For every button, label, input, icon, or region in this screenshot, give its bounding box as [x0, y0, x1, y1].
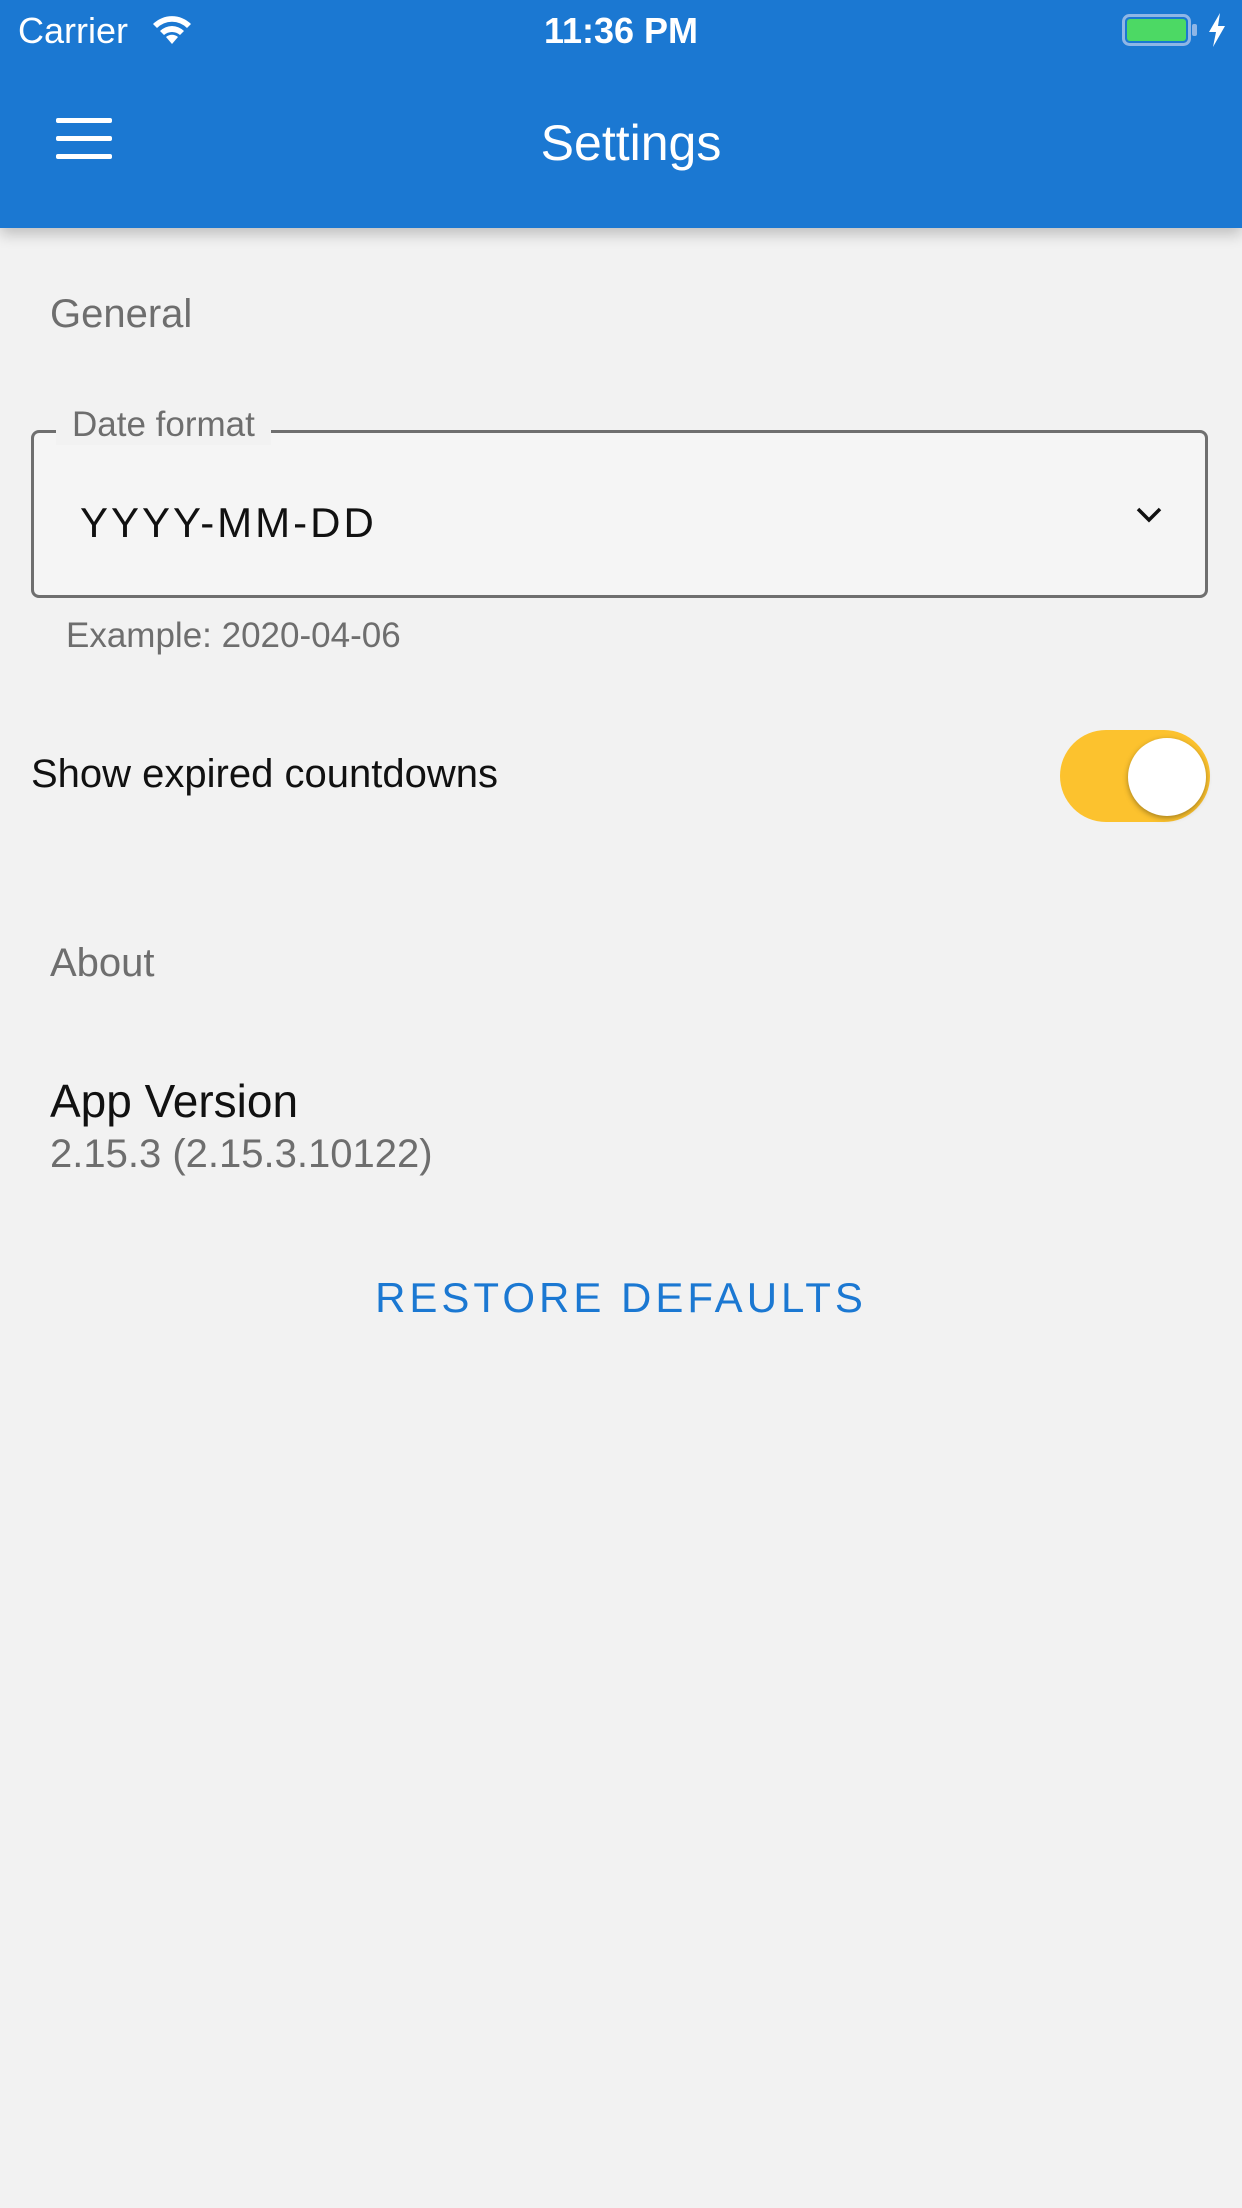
date-format-select[interactable]: Date format YYYY-MM-DD — [31, 405, 1208, 598]
date-format-helper: Example: 2020-04-06 — [66, 616, 401, 655]
section-label-general: General — [50, 292, 193, 336]
app-version-title: App Version — [50, 1075, 299, 1127]
date-format-value: YYYY-MM-DD — [80, 499, 377, 546]
date-format-label: Date format — [56, 405, 271, 445]
page-title: Settings — [540, 115, 722, 171]
battery-charging-icon — [1122, 14, 1197, 46]
app-bar: Carrier 11:36 PM Settings — [0, 0, 1242, 228]
charging-bolt-icon — [1209, 13, 1225, 47]
section-label-about: About — [50, 941, 155, 985]
show-expired-toggle[interactable] — [1060, 730, 1210, 822]
show-expired-label: Show expired countdowns — [31, 752, 498, 796]
status-time: 11:36 PM — [543, 10, 699, 51]
status-bar: Carrier 11:36 PM — [0, 0, 1242, 62]
toggle-knob — [1128, 738, 1206, 816]
app-version-value: 2.15.3 (2.15.3.10122) — [50, 1132, 433, 1176]
restore-defaults-button[interactable]: RESTORE DEFAULTS — [0, 1274, 1242, 1322]
chevron-down-icon — [1136, 507, 1162, 523]
